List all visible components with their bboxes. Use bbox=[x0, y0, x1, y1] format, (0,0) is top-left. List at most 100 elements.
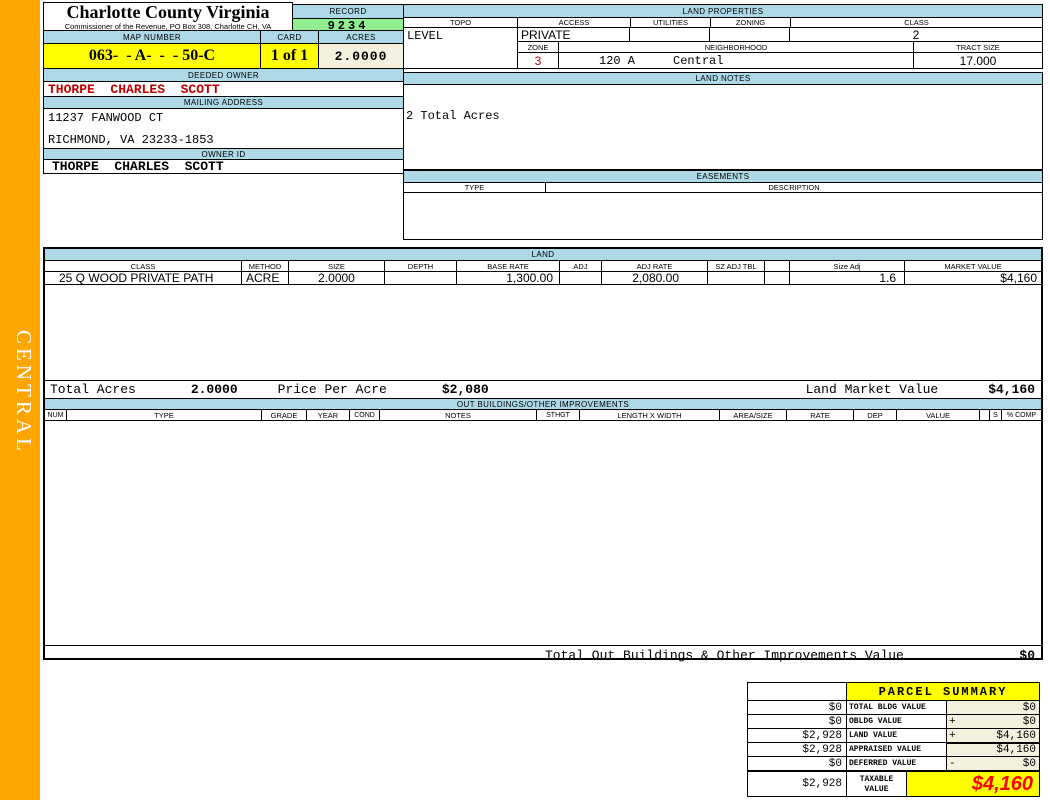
tract-size-label: TRACT SIZE bbox=[914, 42, 1042, 52]
ps-row-op: - bbox=[947, 758, 956, 770]
ps-row-label: APPRAISED VALUE bbox=[846, 742, 947, 757]
land-market-value-label: Land Market Value bbox=[806, 382, 939, 397]
land-row-adj bbox=[560, 272, 602, 284]
ps-row-op: + bbox=[947, 730, 956, 742]
ps-row-op: + bbox=[947, 716, 956, 728]
ps-row-left: $0 bbox=[747, 756, 847, 771]
ob-col-dep: DEP bbox=[854, 410, 897, 420]
land-row-depth bbox=[385, 272, 457, 284]
parcel-summary: PARCEL SUMMARY $0 TOTAL BLDG VALUE $0 $0… bbox=[747, 682, 1040, 797]
land-row-size-adj: 1.6 bbox=[790, 272, 905, 284]
ps-row-value: $0 bbox=[1023, 716, 1039, 728]
parcel-summary-title: PARCEL SUMMARY bbox=[846, 682, 1040, 701]
total-acres-label: Total Acres bbox=[50, 382, 136, 397]
ps-row-label: LAND VALUE bbox=[846, 728, 947, 743]
ps-row-label: OBLDG VALUE bbox=[846, 714, 947, 729]
neighborhood-name: Central bbox=[673, 54, 723, 68]
land-totals-row: Total Acres 2.0000 Price Per Acre $2,080… bbox=[45, 380, 1041, 399]
land-col-size-adj: Size Adj bbox=[790, 261, 905, 271]
land-note-text: 2 Total Acres bbox=[404, 85, 1042, 123]
ob-total-label: Total Out Buildings & Other Improvements… bbox=[545, 648, 904, 663]
land-col-method: METHOD bbox=[242, 261, 289, 271]
ps-row-label: TOTAL BLDG VALUE bbox=[846, 700, 947, 715]
land-col-market-value: MARKET VALUE bbox=[905, 261, 1041, 271]
ob-col-value: VALUE bbox=[897, 410, 980, 420]
ps-row-left: $2,928 bbox=[747, 728, 847, 743]
land-properties-title: LAND PROPERTIES bbox=[403, 4, 1043, 18]
land-col-blank bbox=[765, 261, 790, 271]
ob-col-year: YEAR bbox=[307, 410, 350, 420]
class-value: 2 bbox=[790, 28, 1042, 41]
county-title: Charlotte County Virginia bbox=[44, 3, 292, 22]
land-table-row: 25 Q WOOD PRIVATE PATH ACRE 2.0000 1,300… bbox=[45, 271, 1041, 285]
land-row-blank bbox=[765, 272, 790, 284]
ob-col-sthgt: STHGT bbox=[537, 410, 580, 420]
map-number-label: MAP NUMBER bbox=[43, 30, 261, 44]
ob-col-pct-comp: % COMP bbox=[1002, 410, 1041, 420]
zoning-col-label: ZONING bbox=[711, 18, 791, 27]
land-col-adj: ADJ bbox=[560, 261, 602, 271]
acres-label: ACRES bbox=[318, 30, 404, 44]
mailing-address-box: 11237 FANWOOD CT RICHMOND, VA 23233-1853 bbox=[43, 108, 404, 149]
land-market-value: $4,160 bbox=[988, 382, 1035, 397]
ob-col-s: S bbox=[990, 410, 1002, 420]
ob-col-notes: NOTES bbox=[380, 410, 537, 420]
topo-value: LEVEL bbox=[403, 27, 518, 69]
easement-description-label: DESCRIPTION bbox=[546, 183, 1042, 192]
utilities-col-label: UTILITIES bbox=[631, 18, 711, 27]
deeded-owner-label: DEEDED OWNER bbox=[43, 68, 404, 82]
ps-taxable-left: $2,928 bbox=[747, 770, 847, 797]
ob-col-num: NUM bbox=[45, 410, 67, 420]
land-row-sz-adj-tbl bbox=[708, 272, 765, 284]
land-row-class: 25 Q WOOD PRIVATE PATH bbox=[45, 272, 242, 284]
ps-row-value: $4,160 bbox=[996, 730, 1039, 742]
ob-col-type: TYPE bbox=[67, 410, 262, 420]
price-per-acre-label: Price Per Acre bbox=[278, 382, 387, 397]
zone-value-row: 3 120 A Central 17.000 bbox=[517, 52, 1043, 69]
acres-value: 2.0000 bbox=[318, 43, 404, 69]
district-label: CENTRAL bbox=[6, 330, 36, 455]
land-col-sz-adj-tbl: SZ ADJ TBL bbox=[708, 261, 765, 271]
card-value: 1 of 1 bbox=[260, 43, 319, 69]
land-col-class: CLASS bbox=[45, 261, 242, 271]
neighborhood-code: 120 A bbox=[599, 54, 635, 68]
tract-size-value: 17.000 bbox=[914, 53, 1042, 68]
ob-col-length-width: LENGTH X WIDTH bbox=[580, 410, 720, 420]
class-col-label: CLASS bbox=[791, 18, 1042, 27]
ps-taxable-label: TAXABLE VALUE bbox=[846, 770, 907, 797]
ob-col-rate: RATE bbox=[787, 410, 854, 420]
easement-type-label: TYPE bbox=[404, 183, 546, 192]
land-row-base-rate: 1,300.00 bbox=[457, 272, 560, 284]
ps-row-left: $0 bbox=[747, 714, 847, 729]
utilities-value bbox=[630, 28, 710, 41]
out-buildings-header-row: NUM TYPE GRADE YEAR COND NOTES STHGT LEN… bbox=[45, 409, 1041, 421]
ob-total-value: $0 bbox=[1019, 648, 1035, 663]
topo-col-label: TOPO bbox=[404, 18, 518, 27]
ob-col-area-size: AREA/SIZE bbox=[720, 410, 787, 420]
deeded-owner-value: THORPE CHARLES SCOTT bbox=[43, 81, 404, 97]
land-col-base-rate: BASE RATE bbox=[457, 261, 560, 271]
ps-row-label: DEFERRED VALUE bbox=[846, 756, 947, 771]
total-acres-value: 2.0000 bbox=[191, 382, 238, 397]
land-col-size: SIZE bbox=[289, 261, 385, 271]
ps-taxable-value: $4,160 bbox=[906, 770, 1040, 797]
zoning-value bbox=[710, 28, 790, 41]
land-row-method: ACRE bbox=[242, 272, 289, 284]
card-label: CARD bbox=[260, 30, 319, 44]
address-line1: 11237 FANWOOD CT bbox=[44, 109, 403, 125]
owner-id-value: THORPE CHARLES SCOTT bbox=[43, 159, 404, 174]
ob-col-spacer bbox=[980, 410, 990, 420]
easements-box bbox=[403, 192, 1043, 240]
out-buildings-total-row: Total Out Buildings & Other Improvements… bbox=[45, 645, 1041, 660]
ps-row-value: $0 bbox=[1023, 702, 1039, 714]
access-value: PRIVATE bbox=[518, 28, 630, 41]
land-col-adj-rate: ADJ RATE bbox=[602, 261, 708, 271]
ps-row-value: $0 bbox=[1023, 758, 1039, 770]
access-col-label: ACCESS bbox=[518, 18, 631, 27]
property-record-card: CENTRAL Charlotte County Virginia Commis… bbox=[0, 0, 1050, 800]
ps-header-spacer bbox=[747, 682, 847, 701]
ps-row-left: $2,928 bbox=[747, 742, 847, 757]
record-label: RECORD bbox=[292, 4, 404, 19]
land-notes-box: 2 Total Acres bbox=[403, 84, 1043, 170]
land-row-size: 2.0000 bbox=[289, 272, 385, 284]
